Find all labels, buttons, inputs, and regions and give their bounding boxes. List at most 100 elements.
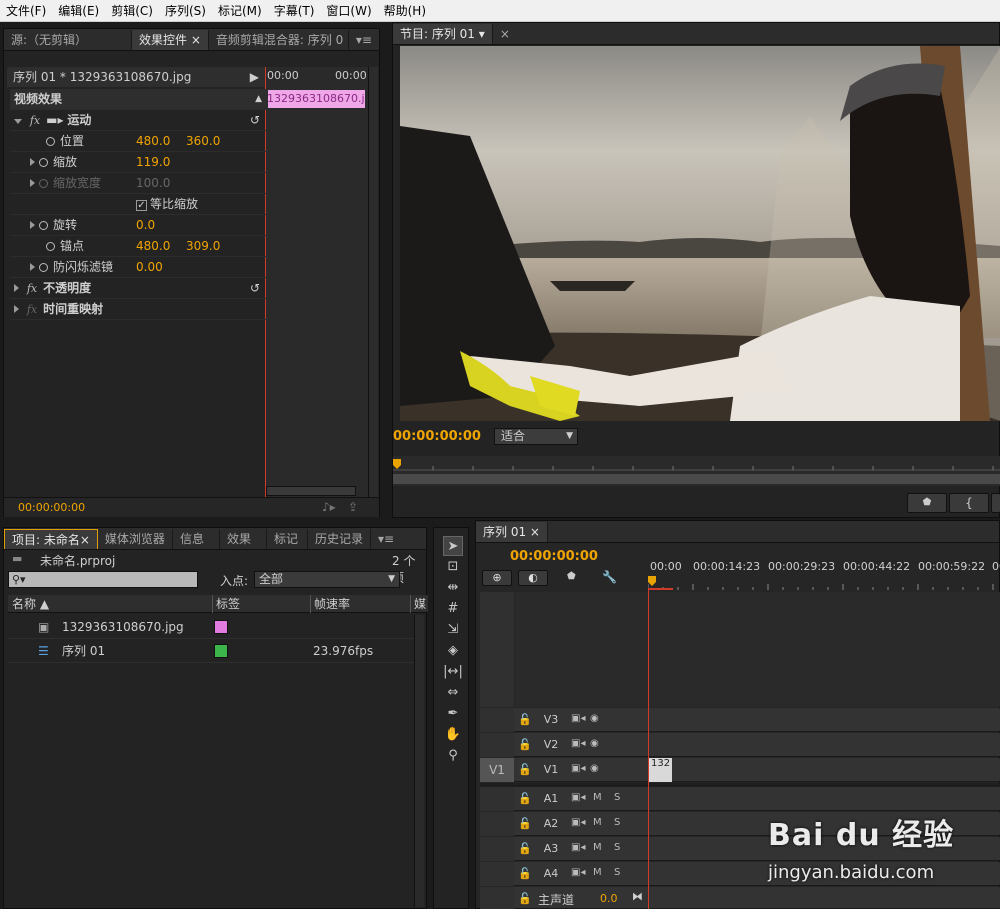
timeline-playhead[interactable] — [648, 590, 649, 909]
camera-icon[interactable]: ▣◂ — [571, 713, 585, 724]
stopwatch-icon[interactable] — [46, 137, 55, 146]
export-icon[interactable]: ⇪ — [348, 500, 358, 514]
wrench-icon[interactable]: 🔧 — [602, 570, 617, 584]
mute-icon[interactable]: M — [593, 817, 602, 828]
expand-icon[interactable] — [30, 263, 35, 271]
fx-icon[interactable]: fx — [27, 282, 37, 295]
panel-menu-icon[interactable]: ▾≡ — [349, 30, 379, 50]
track-name[interactable]: A3 — [538, 841, 564, 857]
project-search-input[interactable]: ⚲▾ — [8, 571, 198, 588]
mute-icon[interactable]: M — [593, 867, 602, 878]
fx-icon[interactable]: fx — [30, 114, 40, 127]
fit-dropdown[interactable]: 适合 ▼ — [494, 428, 578, 445]
lock-icon[interactable]: 🔓 — [518, 867, 532, 880]
lock-icon[interactable]: 🔓 — [518, 763, 532, 776]
source-patch-empty[interactable] — [480, 837, 514, 861]
source-patch-empty[interactable] — [480, 733, 514, 757]
stopwatch-icon[interactable] — [46, 242, 55, 251]
timeline-ruler[interactable]: 00:00 00:00:14:23 00:00:29:23 00:00:44:2… — [648, 558, 1000, 590]
source-patch-empty[interactable] — [480, 708, 514, 732]
opacity-row[interactable]: fx 不透明度 ↺ — [10, 278, 268, 299]
project-scrollbar[interactable] — [414, 615, 424, 907]
solo-icon[interactable]: S — [614, 842, 620, 853]
vertical-scrollbar[interactable] — [368, 67, 378, 507]
tab-media-browser[interactable]: 媒体浏览器 — [98, 529, 173, 549]
camera-icon[interactable]: ▣◂ — [571, 738, 585, 749]
menu-help[interactable]: 帮助(H) — [378, 2, 432, 19]
source-patch-empty[interactable] — [480, 862, 514, 886]
close-icon[interactable]: × — [80, 533, 90, 547]
in-point-dropdown[interactable]: 全部 ▼ — [254, 571, 400, 588]
motion-row[interactable]: fx ▬▸ 运动 ↺ — [10, 110, 268, 131]
program-scrub-bar[interactable] — [393, 456, 1000, 486]
column-media[interactable]: 媒 — [410, 595, 426, 613]
label-swatch-green[interactable] — [214, 644, 228, 658]
expand-icon[interactable] — [30, 158, 35, 166]
program-video-frame[interactable] — [400, 46, 1000, 421]
h-scrollbar[interactable] — [266, 486, 356, 496]
source-patch-empty[interactable] — [480, 812, 514, 836]
menu-marker[interactable]: 标记(M) — [212, 2, 268, 19]
slide-tool-icon[interactable]: ⇔ — [443, 683, 463, 703]
position-x-value[interactable]: 480.0 — [136, 131, 170, 152]
time-remap-row[interactable]: fx 时间重映射 — [10, 299, 268, 320]
dropdown-icon[interactable]: ▾ — [479, 27, 485, 41]
source-patch-empty[interactable] — [480, 787, 514, 811]
marker-button[interactable]: ⬟ — [907, 493, 947, 513]
lock-icon[interactable]: 🔓 — [518, 817, 532, 830]
add-marker-icon[interactable]: ⬟ — [567, 571, 576, 582]
stopwatch-icon[interactable] — [39, 221, 48, 230]
camera-icon[interactable]: ▣◂ — [571, 792, 585, 803]
label-swatch-pink[interactable] — [214, 620, 228, 634]
camera-icon[interactable]: ▣◂ — [571, 842, 585, 853]
expand-icon[interactable] — [14, 119, 22, 124]
track-name[interactable]: A4 — [538, 866, 564, 882]
razor-tool-icon[interactable]: ◈ — [443, 641, 463, 661]
mini-clip[interactable]: 1329363108670.jpg — [265, 90, 365, 108]
selection-tool-icon[interactable]: ➤ — [443, 536, 463, 556]
track-name[interactable]: V2 — [538, 737, 564, 753]
camera-icon[interactable]: ▣◂ — [571, 867, 585, 878]
source-patch-v1[interactable]: V1 — [480, 758, 514, 782]
mark-out-button[interactable] — [991, 493, 1000, 513]
anchor-x-value[interactable]: 480.0 — [136, 236, 170, 257]
menu-title[interactable]: 字幕(T) — [268, 2, 321, 19]
track-select-tool-icon[interactable]: ⊡ — [443, 557, 463, 577]
tab-effect-controls[interactable]: 效果控件 × — [132, 30, 209, 50]
project-item-row[interactable]: ▣ 1329363108670.jpg — [8, 615, 414, 639]
mark-in-button[interactable]: { — [949, 493, 989, 513]
panel-menu-icon[interactable]: ▾≡ — [371, 529, 401, 549]
tab-history[interactable]: 历史记录 — [308, 529, 371, 549]
reset-icon[interactable]: ↺ — [250, 110, 260, 131]
play-icon[interactable]: ▶ — [250, 67, 259, 87]
hand-tool-icon[interactable]: ✋ — [443, 725, 463, 745]
track-name[interactable]: V1 — [538, 762, 564, 778]
close-icon[interactable]: × — [493, 24, 517, 44]
expand-icon[interactable] — [30, 221, 35, 229]
snap-button[interactable]: ⊕ — [482, 570, 512, 586]
tab-sequence[interactable]: 序列 01 × — [476, 522, 548, 542]
lock-icon[interactable]: 🔓 — [518, 792, 532, 805]
lock-icon[interactable]: 🔓 — [518, 842, 532, 855]
rolling-edit-tool-icon[interactable]: # — [443, 599, 463, 619]
solo-icon[interactable]: S — [614, 817, 620, 828]
close-icon[interactable]: × — [191, 33, 201, 47]
timeline-clip[interactable]: 132 — [649, 758, 672, 782]
tab-project[interactable]: 项目: 未命名× — [4, 529, 98, 549]
track-name[interactable]: A1 — [538, 791, 564, 807]
tab-markers[interactable]: 标记 — [267, 529, 308, 549]
collapse-icon[interactable]: ▲ — [255, 89, 262, 110]
close-icon[interactable]: × — [530, 525, 540, 539]
mute-icon[interactable]: M — [593, 792, 602, 803]
stopwatch-icon[interactable] — [39, 158, 48, 167]
eye-icon[interactable]: ◉ — [590, 713, 599, 724]
tab-source[interactable]: 源:（无剪辑） — [4, 30, 132, 50]
tab-info[interactable]: 信息 — [173, 529, 220, 549]
eye-icon[interactable]: ◉ — [590, 763, 599, 774]
link-button[interactable]: ◐ — [518, 570, 548, 586]
reset-icon[interactable]: ↺ — [250, 278, 260, 299]
lock-icon[interactable]: 🔓 — [518, 713, 532, 726]
slip-tool-icon[interactable]: |↔| — [443, 662, 463, 682]
eye-icon[interactable]: ◉ — [590, 738, 599, 749]
master-volume-value[interactable]: 0.0 — [600, 892, 618, 905]
